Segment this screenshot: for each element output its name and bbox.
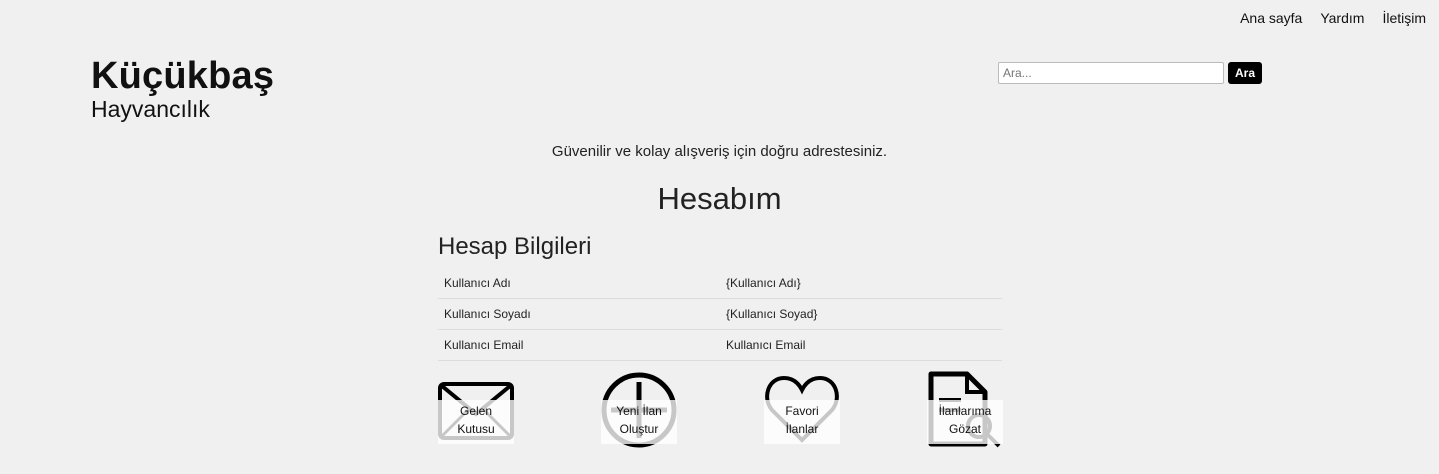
search-button[interactable]: Ara [1228, 62, 1263, 84]
new-listing-label: Yeni İlan Oluştur [601, 400, 677, 444]
page-title: Hesabım [657, 181, 782, 216]
browse-my-listings-label: İlanlarıma Gözat [927, 400, 1003, 444]
account-section-title: Hesap Bilgileri [438, 233, 592, 260]
browse-my-listings-button[interactable]: İlanlarıma Gözat [927, 370, 1003, 450]
nav-link-help[interactable]: Yardım [1320, 10, 1364, 26]
row-label: Kullanıcı Adı [438, 268, 720, 299]
inbox-button[interactable]: Gelen Kutusu [438, 370, 514, 450]
account-section: Hesap Bilgileri Kullanıcı Adı {Kullanıcı… [438, 232, 1002, 361]
account-info-table: Kullanıcı Adı {Kullanıcı Adı} Kullanıcı … [438, 268, 1002, 361]
search-bar: Ara [998, 62, 1263, 84]
row-label: Kullanıcı Email [438, 329, 720, 361]
account-actions: Gelen Kutusu Yeni İlan Oluştur Favori İl… [438, 370, 1003, 450]
table-row: Kullanıcı Email Kullanıcı Email [438, 329, 1002, 361]
table-row: Kullanıcı Soyadı {Kullanıcı Soyad} [438, 298, 1002, 330]
search-input[interactable] [998, 62, 1224, 84]
nav-link-home[interactable]: Ana sayfa [1240, 10, 1302, 26]
row-value: {Kullanıcı Soyad} [720, 298, 1002, 330]
row-label: Kullanıcı Soyadı [438, 298, 720, 330]
favorites-button[interactable]: Favori İlanlar [764, 370, 840, 450]
tagline: Güvenilir ve kolay alışveriş için doğru … [551, 143, 888, 160]
nav-link-contact[interactable]: İletişim [1382, 10, 1426, 26]
inbox-label: Gelen Kutusu [438, 400, 514, 444]
brand-subtitle: Hayvancılık [91, 96, 210, 122]
new-listing-button[interactable]: Yeni İlan Oluştur [601, 370, 677, 450]
row-value: Kullanıcı Email [720, 329, 1002, 361]
brand-logo[interactable]: Küçükbaş Hayvancılık [91, 54, 274, 122]
row-value: {Kullanıcı Adı} [720, 268, 1002, 299]
brand-title: Küçükbaş [91, 55, 275, 97]
top-navigation: Ana sayfa Yardım İletişim [1240, 10, 1426, 26]
table-row: Kullanıcı Adı {Kullanıcı Adı} [438, 268, 1002, 299]
favorites-label: Favori İlanlar [764, 400, 840, 444]
